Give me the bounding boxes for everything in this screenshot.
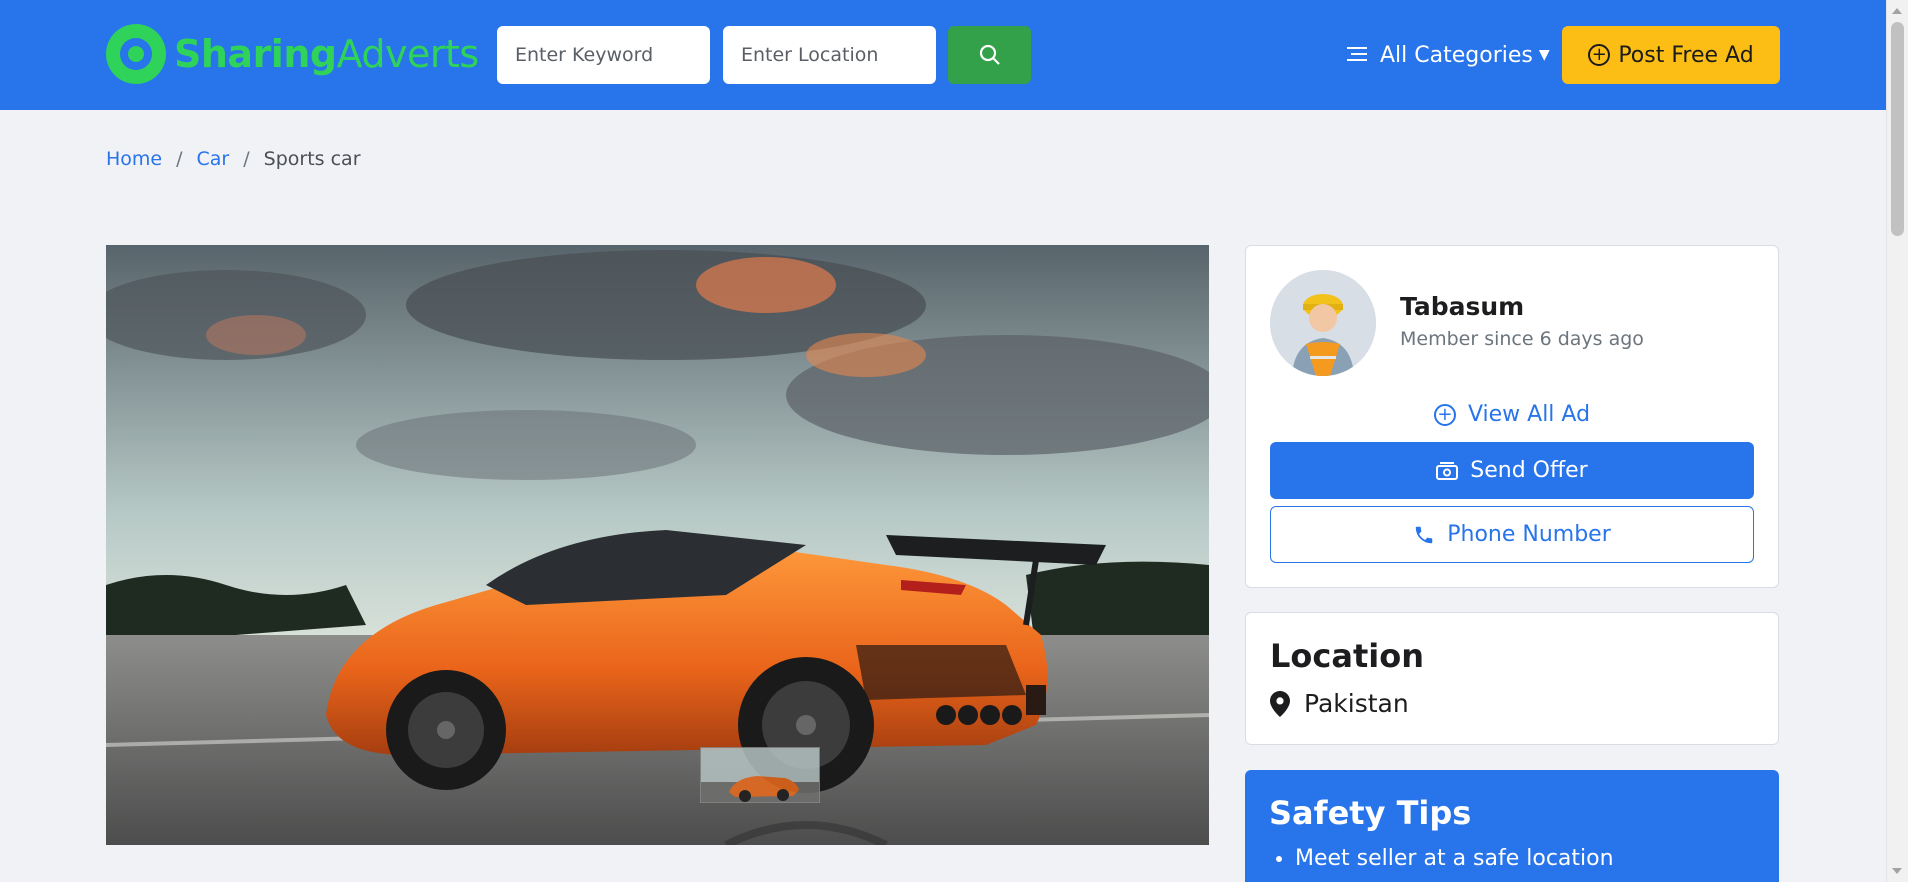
cash-icon <box>1436 461 1459 480</box>
search-icon <box>979 44 1000 65</box>
breadcrumb-separator: / <box>243 148 250 170</box>
view-all-ads-link[interactable]: + View All Ad <box>1246 402 1778 427</box>
safety-tips-card: Safety Tips Meet seller at a safe locati… <box>1245 770 1779 882</box>
send-offer-label: Send Offer <box>1470 458 1588 483</box>
post-free-ad-label: Post Free Ad <box>1618 42 1754 68</box>
keyword-input[interactable] <box>497 26 710 84</box>
location-card: Location Pakistan <box>1245 612 1779 745</box>
listing-main-image[interactable] <box>106 245 1209 845</box>
safety-tips-title: Safety Tips <box>1269 794 1472 832</box>
breadcrumb-separator: / <box>176 148 183 170</box>
scrollbar-thumb[interactable] <box>1891 22 1904 236</box>
worker-avatar-icon <box>1270 270 1376 376</box>
car-photo-illustration <box>106 245 1209 845</box>
image-thumbnail[interactable] <box>700 747 820 803</box>
phone-number-label: Phone Number <box>1447 522 1611 547</box>
location-title: Location <box>1270 637 1424 675</box>
scroll-down-arrow-icon[interactable] <box>1892 868 1902 874</box>
view-all-ads-label: View All Ad <box>1467 402 1591 427</box>
logo-text-secondary: Adverts <box>336 32 480 76</box>
logo-text: SharingAdverts <box>174 32 479 76</box>
breadcrumb-current: Sports car <box>263 148 361 170</box>
location-input[interactable] <box>723 26 936 84</box>
plus-circle-icon: + <box>1433 403 1456 426</box>
breadcrumb-home[interactable]: Home <box>106 148 162 170</box>
location-value-row: Pakistan <box>1270 689 1409 718</box>
menu-lines-icon <box>1346 43 1368 68</box>
breadcrumb-car[interactable]: Car <box>197 148 230 170</box>
thumbnail-illustration <box>701 748 819 802</box>
caret-down-icon: ▼ <box>1538 47 1550 63</box>
seller-name: Tabasum <box>1400 292 1525 321</box>
post-free-ad-button[interactable]: + Post Free Ad <box>1562 26 1780 84</box>
plus-circle-icon: + <box>1588 44 1611 66</box>
scroll-up-arrow-icon[interactable] <box>1892 8 1902 14</box>
search-button[interactable] <box>948 26 1031 84</box>
breadcrumb: Home / Car / Sports car <box>106 148 361 170</box>
safety-tip-item: Meet seller at a safe location <box>1295 846 1614 871</box>
location-value: Pakistan <box>1304 689 1409 718</box>
seller-avatar[interactable] <box>1270 270 1376 376</box>
logo-text-primary: Sharing <box>174 32 337 76</box>
site-logo[interactable]: SharingAdverts <box>106 22 479 86</box>
phone-icon <box>1413 524 1435 546</box>
seller-card: Tabasum Member since 6 days ago + View A… <box>1245 245 1779 588</box>
all-categories-label: All Categories <box>1380 42 1533 68</box>
phone-number-button[interactable]: Phone Number <box>1270 506 1754 563</box>
safety-tips-list: Meet seller at a safe location <box>1295 846 1614 871</box>
page-scrollbar[interactable] <box>1886 0 1908 882</box>
map-pin-icon <box>1270 690 1290 717</box>
all-categories-dropdown[interactable]: All Categories ▼ <box>1346 26 1550 84</box>
top-navbar: SharingAdverts All Categories ▼ + Post F… <box>0 0 1886 110</box>
send-offer-button[interactable]: Send Offer <box>1270 442 1754 499</box>
logo-swirl-icon <box>106 24 166 84</box>
member-since-text: Member since 6 days ago <box>1400 328 1644 350</box>
